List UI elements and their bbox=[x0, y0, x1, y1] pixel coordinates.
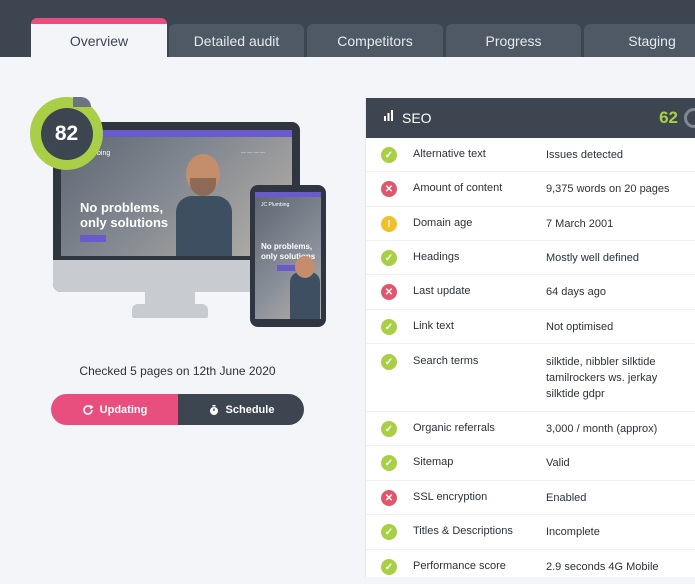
seo-row-search-terms[interactable]: ✓ Search terms silktide, nibbler silktid… bbox=[366, 344, 695, 412]
seo-row-last-update[interactable]: ✕ Last update 64 days ago bbox=[366, 275, 695, 310]
row-value: Incomplete bbox=[546, 526, 600, 538]
tab-overview[interactable]: Overview bbox=[31, 18, 167, 57]
refresh-icon bbox=[82, 404, 94, 416]
site-brand: bing bbox=[97, 150, 111, 157]
score-ring-gap bbox=[73, 97, 91, 107]
seo-checks-list: ✓ Alternative text Issues detected ✕ Amo… bbox=[366, 138, 695, 584]
checked-summary: Checked 5 pages on 12th June 2020 bbox=[79, 364, 276, 378]
mobile-header-bar bbox=[255, 192, 321, 197]
mobile-preview: JC Plumbing No problems, only solutions bbox=[250, 185, 326, 327]
check-icon: ✓ bbox=[381, 524, 397, 540]
seo-row-amount-of-content[interactable]: ✕ Amount of content 9,375 words on 20 pa… bbox=[366, 172, 695, 207]
row-label: Last update bbox=[413, 285, 471, 297]
stopwatch-icon bbox=[208, 404, 220, 416]
row-label: Link text bbox=[413, 320, 454, 332]
x-icon: ✕ bbox=[381, 181, 397, 197]
overall-score-value: 82 bbox=[40, 107, 93, 160]
tab-label: Progress bbox=[485, 32, 542, 49]
row-label: Organic referrals bbox=[413, 422, 495, 434]
seo-row-performance-score[interactable]: ✓ Performance score 2.9 seconds 4G Mobil… bbox=[366, 550, 695, 584]
plumber-beard bbox=[190, 178, 216, 196]
tab-staging[interactable]: Staging bbox=[584, 24, 695, 57]
check-icon: ✓ bbox=[381, 319, 397, 335]
check-icon: ✓ bbox=[381, 250, 397, 266]
row-label: Search terms bbox=[413, 355, 479, 367]
schedule-label: Schedule bbox=[225, 403, 275, 416]
seo-row-link-text[interactable]: ✓ Link text Not optimised bbox=[366, 310, 695, 344]
mobile-plumber-body bbox=[290, 272, 320, 319]
row-value: Mostly well defined bbox=[546, 252, 639, 264]
seo-score: 62 bbox=[659, 108, 678, 127]
tab-competitors[interactable]: Competitors bbox=[307, 24, 443, 57]
schedule-button[interactable]: Schedule bbox=[178, 394, 304, 425]
row-label: Sitemap bbox=[413, 456, 454, 468]
row-value: Not optimised bbox=[546, 321, 614, 333]
x-icon: ✕ bbox=[381, 284, 397, 300]
overall-score-badge: 82 bbox=[30, 97, 103, 170]
seo-row-ssl-encryption[interactable]: ✕ SSL encryption Enabled bbox=[366, 481, 695, 515]
tab-label: Overview bbox=[69, 32, 129, 49]
tab-label: Competitors bbox=[337, 32, 413, 49]
bar-chart-icon bbox=[383, 109, 396, 127]
check-icon: ✓ bbox=[381, 354, 397, 370]
check-icon: ✓ bbox=[381, 559, 397, 575]
monitor-stand bbox=[145, 292, 195, 304]
site-headline-line-1: No problems, bbox=[80, 200, 164, 215]
plumber-image bbox=[176, 154, 232, 256]
mobile-screen: JC Plumbing No problems, only solutions bbox=[255, 192, 321, 319]
row-value: 9,375 words on 20 pages bbox=[546, 183, 670, 195]
seo-row-headings[interactable]: ✓ Headings Mostly well defined bbox=[366, 241, 695, 275]
tab-progress[interactable]: Progress bbox=[446, 24, 581, 57]
site-cta-button bbox=[80, 235, 106, 242]
seo-panel-title: SEO bbox=[402, 110, 432, 126]
row-value: Issues detected bbox=[546, 149, 624, 161]
x-icon: ✕ bbox=[381, 490, 397, 506]
check-icon: ✓ bbox=[381, 421, 397, 437]
row-label: Amount of content bbox=[413, 182, 503, 194]
seo-row-domain-age[interactable]: ! Domain age 7 March 2001 bbox=[366, 207, 695, 241]
seo-row-sitemap[interactable]: ✓ Sitemap Valid bbox=[366, 446, 695, 481]
seo-panel: SEO 62 ✓ Alternative text Issues detecte… bbox=[365, 98, 695, 577]
seo-row-alternative-text[interactable]: ✓ Alternative text Issues detected bbox=[366, 138, 695, 172]
row-value: 3,000 / month (approx) bbox=[546, 423, 658, 435]
row-value: Valid bbox=[546, 457, 570, 469]
row-value: silktide, nibbler silktide tamilrockers … bbox=[546, 356, 658, 400]
tab-detailed-audit[interactable]: Detailed audit bbox=[169, 24, 304, 57]
row-value: 2.9 seconds 4G Mobile bbox=[546, 561, 659, 573]
top-navigation-bar: Overview Detailed audit Competitors Prog… bbox=[0, 0, 695, 57]
row-label: Headings bbox=[413, 251, 460, 263]
row-label: Titles & Descriptions bbox=[413, 525, 513, 537]
row-value: 7 March 2001 bbox=[546, 218, 614, 230]
row-label: Domain age bbox=[413, 217, 473, 229]
mobile-plumber-head bbox=[295, 256, 315, 278]
mobile-headline-line-1: No problems, bbox=[261, 242, 313, 251]
monitor-base bbox=[132, 304, 208, 318]
seo-panel-header: SEO 62 bbox=[366, 98, 695, 138]
check-icon: ✓ bbox=[381, 455, 397, 471]
updating-label: Updating bbox=[99, 403, 148, 416]
seo-row-titles-descriptions[interactable]: ✓ Titles & Descriptions Incomplete bbox=[366, 515, 695, 550]
check-icon: ✓ bbox=[381, 147, 397, 163]
updating-button[interactable]: Updating bbox=[51, 394, 178, 425]
warning-icon: ! bbox=[381, 216, 397, 232]
seo-row-organic-referrals[interactable]: ✓ Organic referrals 3,000 / month (appro… bbox=[366, 412, 695, 446]
row-value: Enabled bbox=[546, 492, 587, 504]
seo-score-ring bbox=[684, 108, 695, 128]
row-value: 64 days ago bbox=[546, 286, 606, 298]
row-label: Alternative text bbox=[413, 148, 486, 160]
site-nav-links: — — — — bbox=[241, 150, 266, 156]
row-label: SSL encryption bbox=[413, 491, 488, 503]
site-headline: No problems, only solutions bbox=[80, 200, 168, 230]
mobile-brand: JC Plumbing bbox=[261, 202, 290, 208]
tab-label: Detailed audit bbox=[193, 32, 280, 49]
row-label: Performance score bbox=[413, 560, 506, 572]
tab-label: Staging bbox=[628, 32, 676, 49]
plumber-body bbox=[176, 196, 232, 256]
site-headline-line-2: only solutions bbox=[80, 215, 169, 230]
